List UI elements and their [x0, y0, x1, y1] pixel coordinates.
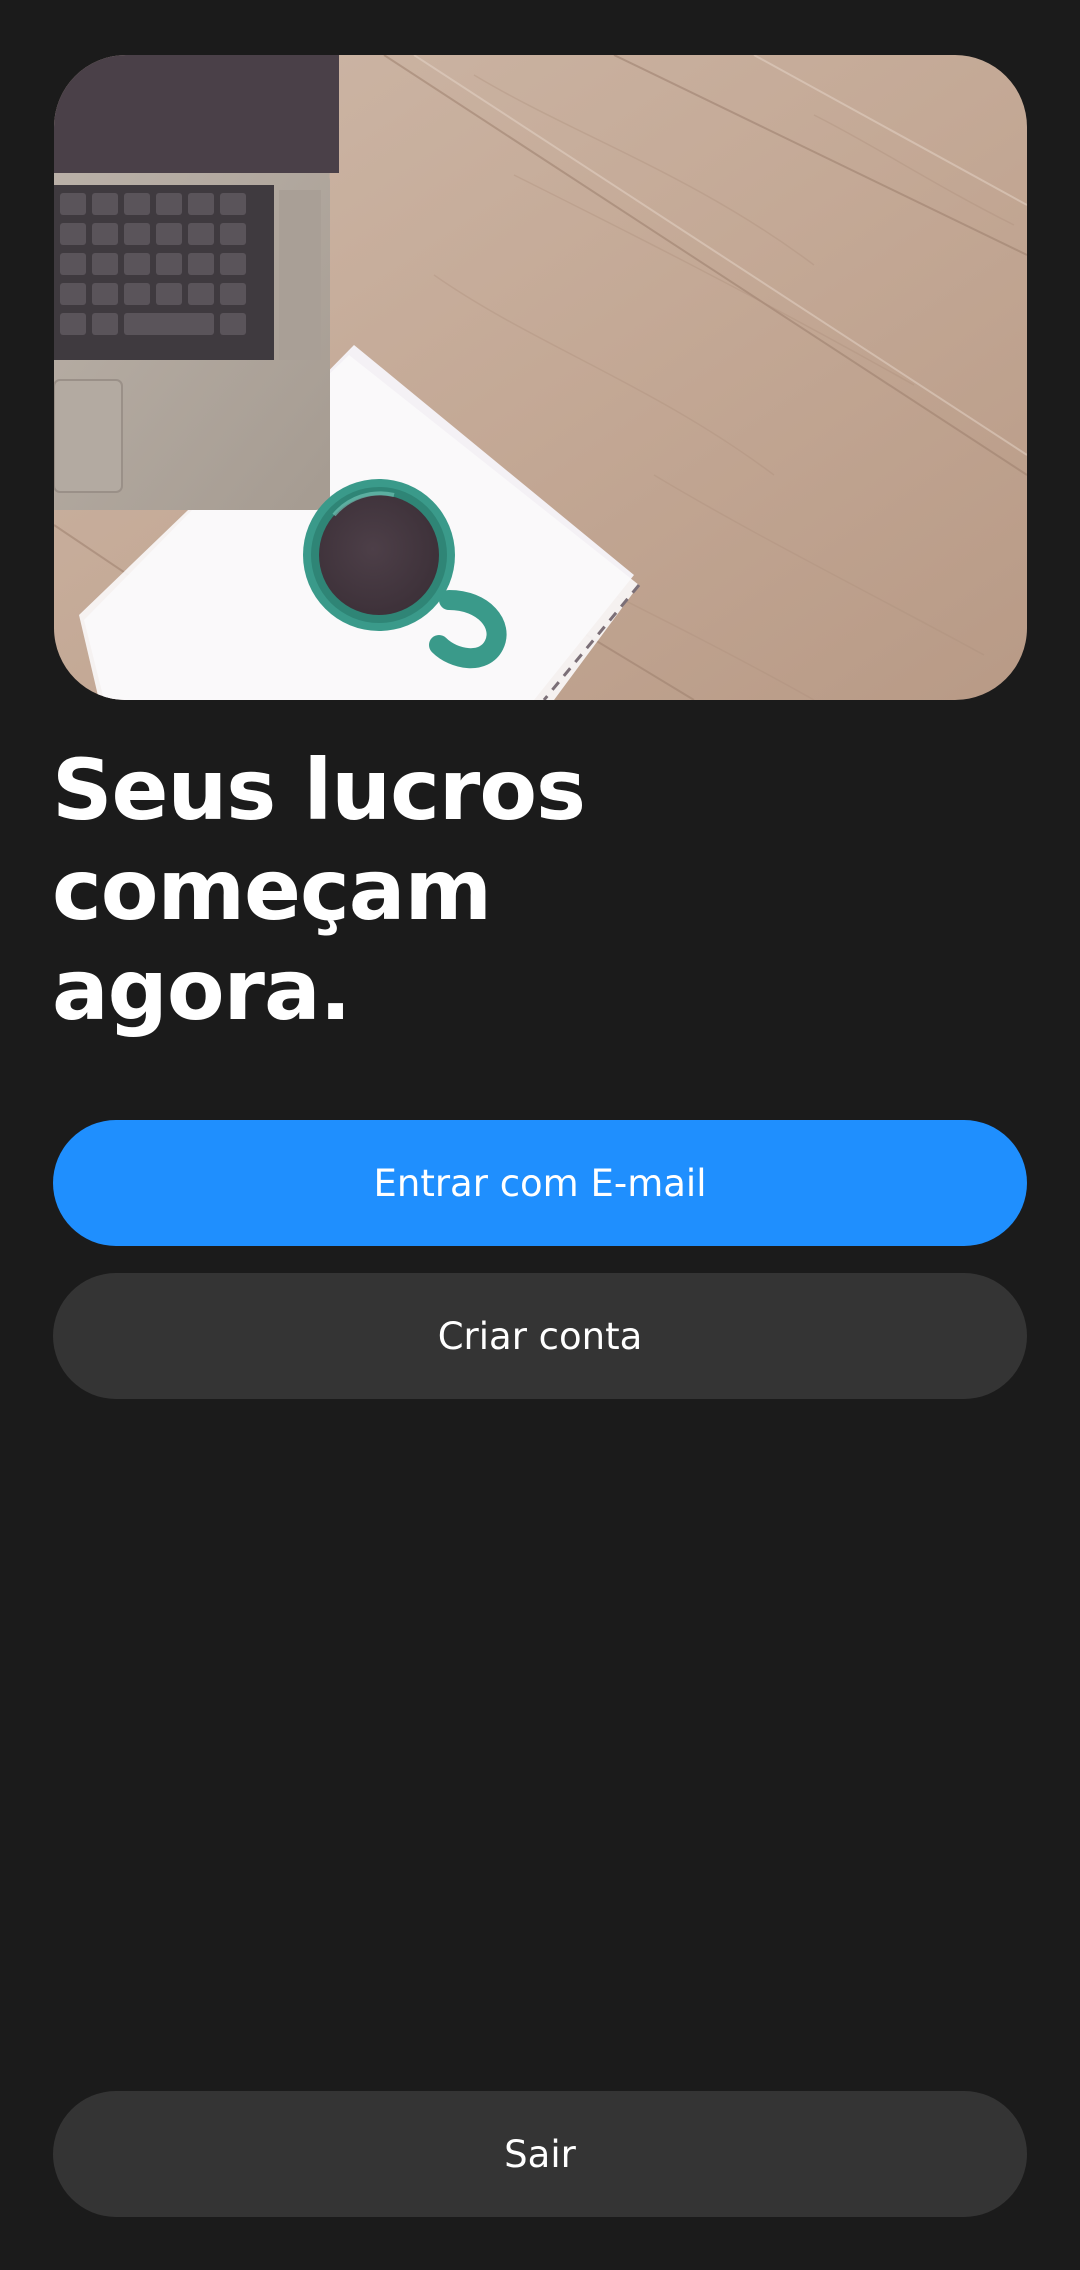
create-account-button-label: Criar conta	[437, 1314, 643, 1358]
hero-image	[54, 55, 1027, 700]
login-email-button[interactable]: Entrar com E-mail	[53, 1120, 1027, 1246]
headline-line-2: começam	[52, 841, 492, 939]
headline-line-3: agora.	[52, 941, 352, 1039]
login-email-button-label: Entrar com E-mail	[373, 1161, 707, 1205]
laptop-coffee-desk-photo-icon	[54, 55, 1027, 700]
headline-line-1: Seus lucros	[52, 741, 586, 839]
welcome-screen: Seus lucros começam agora. Entrar com E-…	[0, 0, 1080, 2270]
headline: Seus lucros começam agora.	[52, 740, 672, 1040]
exit-button-label: Sair	[504, 2132, 576, 2176]
exit-button[interactable]: Sair	[53, 2091, 1027, 2217]
create-account-button[interactable]: Criar conta	[53, 1273, 1027, 1399]
